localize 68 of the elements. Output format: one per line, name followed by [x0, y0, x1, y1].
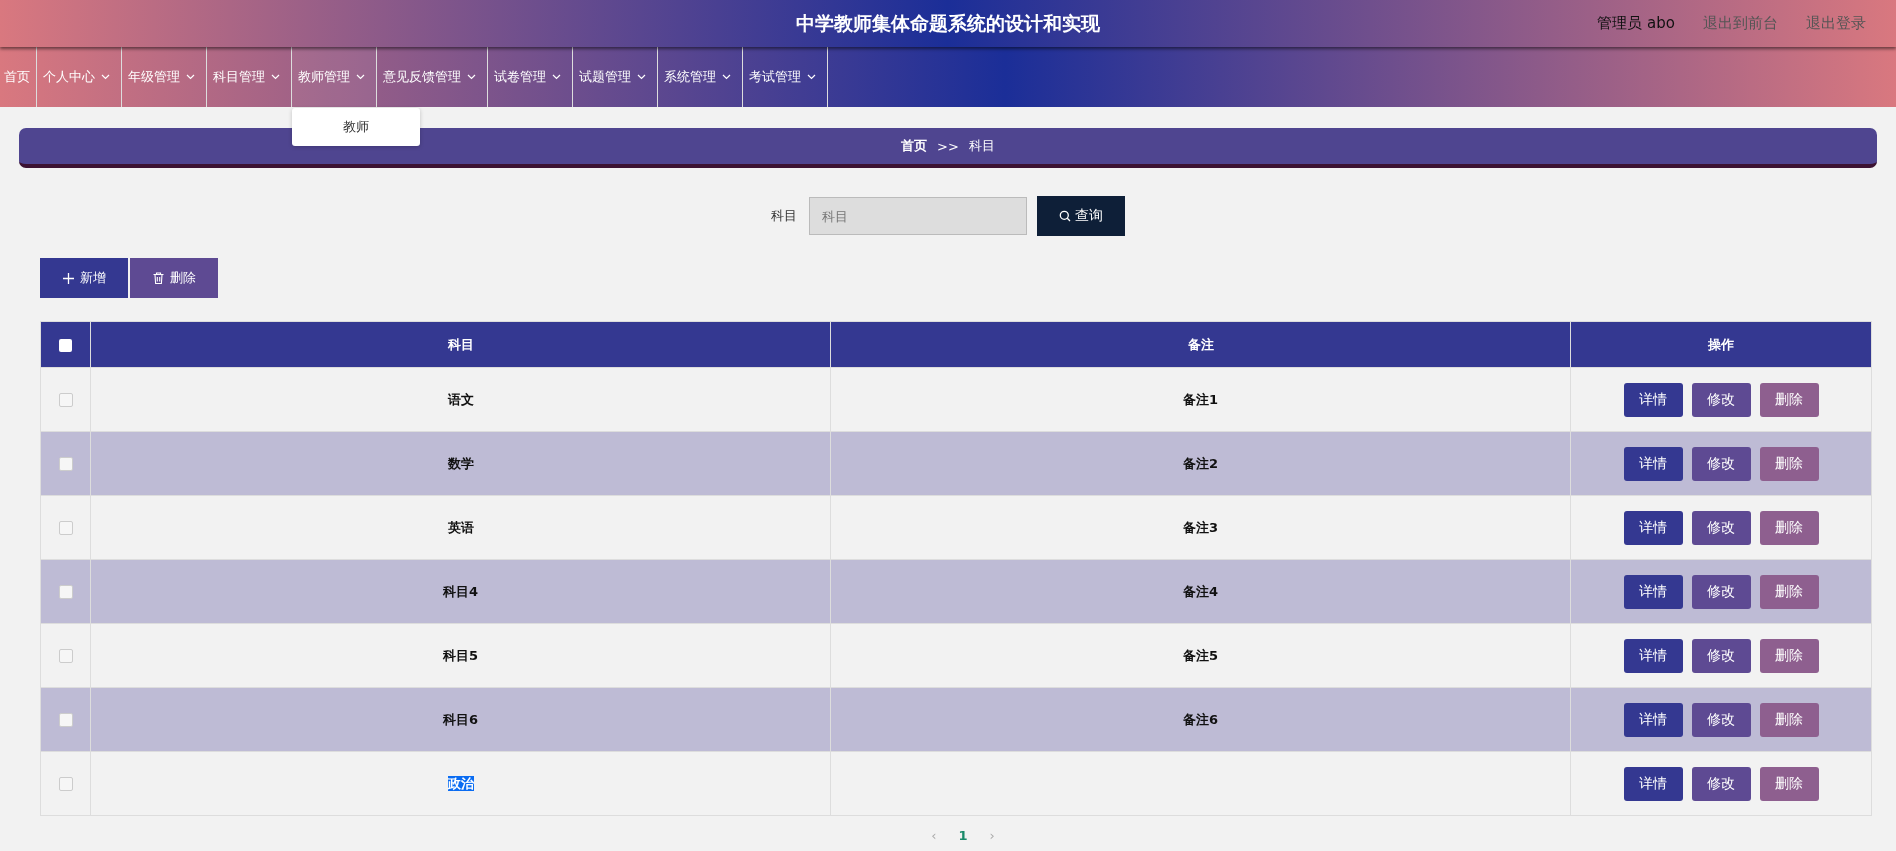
plus-icon	[62, 272, 74, 284]
details-button[interactable]: 详情	[1623, 766, 1683, 801]
edit-button[interactable]: 修改	[1691, 446, 1751, 481]
delete-button[interactable]: 删除	[130, 258, 218, 298]
row-checkbox[interactable]	[58, 649, 73, 664]
row-checkbox[interactable]	[58, 713, 73, 728]
app-title: 中学教师集体命题系统的设计和实现	[796, 10, 1100, 36]
search-button[interactable]: 查询	[1037, 196, 1125, 236]
delete-button[interactable]: 删除	[1759, 766, 1819, 801]
table-cell: 科目5	[442, 647, 478, 663]
table-cell: 备注6	[1182, 711, 1218, 727]
table-cell: 语文	[447, 391, 474, 407]
table-cell: 备注1	[1182, 391, 1218, 407]
page-number[interactable]: 1	[958, 828, 968, 843]
table-cell: 政治	[447, 775, 474, 791]
edit-button[interactable]: 修改	[1691, 766, 1751, 801]
table-cell: 科目6	[442, 711, 478, 727]
breadcrumb-link[interactable]: 首页	[901, 137, 928, 155]
details-button[interactable]: 详情	[1623, 702, 1683, 737]
edit-button[interactable]: 修改	[1691, 638, 1751, 673]
table-cell: 数学	[447, 455, 474, 471]
table-cell: 科目4	[442, 583, 478, 599]
column-header: 科目	[90, 321, 831, 368]
delete-button[interactable]: 删除	[1759, 702, 1819, 737]
user-label: 管理员 abo	[1597, 14, 1675, 33]
table-cell: 备注2	[1182, 455, 1218, 471]
delete-button[interactable]: 删除	[1759, 574, 1819, 609]
nav-item[interactable]: 试题管理	[573, 47, 657, 107]
edit-button[interactable]: 修改	[1691, 382, 1751, 417]
row-checkbox[interactable]	[58, 585, 73, 600]
details-button[interactable]: 详情	[1623, 382, 1683, 417]
edit-button[interactable]: 修改	[1691, 574, 1751, 609]
table-cell: 备注5	[1182, 647, 1218, 663]
nav-item[interactable]: 意见反馈管理	[377, 47, 487, 107]
delete-button[interactable]: 删除	[1759, 446, 1819, 481]
nav-item[interactable]: 考试管理	[743, 47, 827, 107]
details-button[interactable]: 详情	[1623, 446, 1683, 481]
search-icon	[1059, 210, 1071, 222]
delete-button[interactable]: 删除	[1759, 510, 1819, 545]
nav-item[interactable]: 系统管理	[658, 47, 742, 107]
row-checkbox[interactable]	[58, 393, 73, 408]
edit-button[interactable]: 修改	[1691, 510, 1751, 545]
details-button[interactable]: 详情	[1623, 510, 1683, 545]
search-label: 科目	[771, 207, 797, 225]
breadcrumb-separator: >>	[937, 138, 959, 154]
delete-button[interactable]: 删除	[1759, 382, 1819, 417]
row-checkbox[interactable]	[58, 521, 73, 536]
table-cell: 备注4	[1182, 583, 1218, 599]
breadcrumb-current: 科目	[968, 137, 995, 155]
select-all-checkbox[interactable]	[59, 339, 72, 352]
delete-button[interactable]: 删除	[1759, 638, 1819, 673]
details-button[interactable]: 详情	[1623, 574, 1683, 609]
search-field[interactable]: 科目	[809, 197, 1027, 235]
edit-button[interactable]: 修改	[1691, 702, 1751, 737]
row-checkbox[interactable]	[58, 777, 73, 792]
menu-item[interactable]: 教师	[292, 116, 420, 138]
trash-icon	[152, 272, 164, 284]
nav-item[interactable]: 年级管理	[122, 47, 206, 107]
row-checkbox[interactable]	[58, 457, 73, 472]
column-header: 备注	[830, 321, 1571, 368]
table-cell: 备注3	[1182, 519, 1218, 535]
add-button[interactable]: 新增	[40, 258, 128, 298]
table-cell: 英语	[447, 519, 474, 535]
details-button[interactable]: 详情	[1623, 638, 1683, 673]
nav-item[interactable]: 教师管理	[292, 47, 376, 107]
nav-item[interactable]: 科目管理	[207, 47, 291, 107]
column-header: 操作	[1570, 321, 1872, 368]
nav-item[interactable]: 试卷管理	[488, 47, 572, 107]
